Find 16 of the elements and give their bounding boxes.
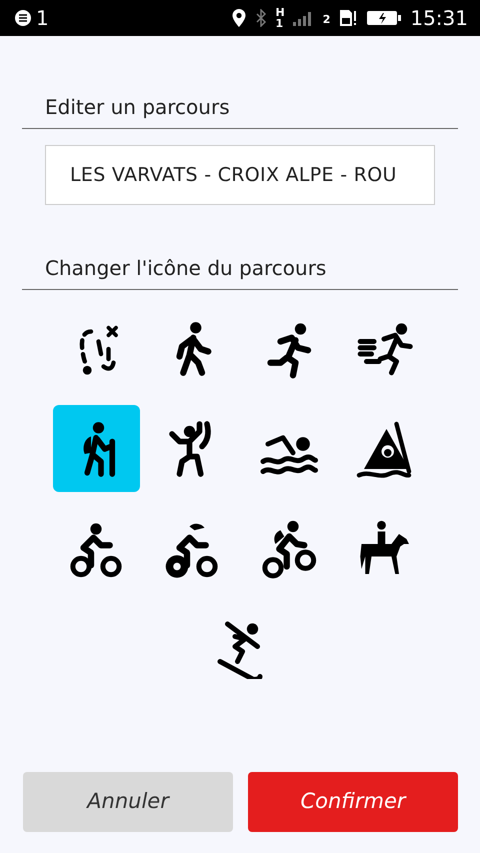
section-title: Editer un parcours xyxy=(45,94,231,121)
network-type: H xyxy=(275,7,285,18)
section-title: Changer l'icône du parcours xyxy=(45,255,328,282)
notification-icon xyxy=(14,9,32,27)
clock: 15:31 xyxy=(410,5,468,32)
bluetooth-icon xyxy=(255,9,268,27)
location-icon xyxy=(231,8,248,28)
cancel-button[interactable]: Annuler xyxy=(23,772,233,832)
sim-slot: 2 xyxy=(322,14,330,25)
confirm-button[interactable]: Confirmer xyxy=(248,772,458,832)
route-name-field[interactable]: LES VARVATS - CROIX ALPE - ROU xyxy=(45,145,435,205)
icon-option[interactable] xyxy=(52,405,140,492)
sim-card-icon xyxy=(338,8,358,28)
network-slot: 1 xyxy=(275,18,285,29)
notification-count: 1 xyxy=(36,5,49,32)
battery-icon xyxy=(366,9,402,27)
